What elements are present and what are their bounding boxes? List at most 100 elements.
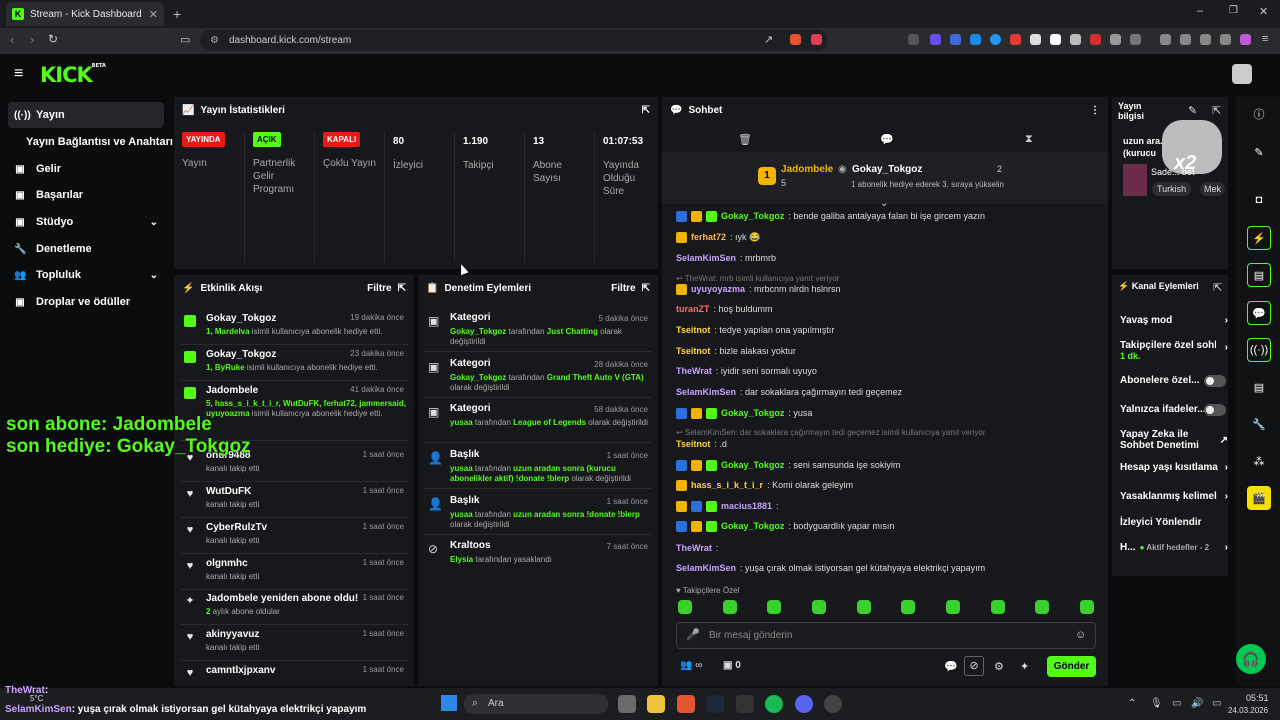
file-explorer-icon[interactable] — [647, 695, 665, 713]
sidebar-item-topluluk[interactable]: 👥 Topluluk ⌄ — [8, 262, 164, 288]
gear-icon[interactable]: ⚙ — [994, 660, 1004, 673]
brave-shield-icon[interactable] — [790, 34, 801, 45]
chat-username[interactable]: Tseitnot — [676, 346, 710, 356]
sidebar-item-stream-key[interactable]: Yayın Bağlantısı ve Anahtarı — [8, 129, 178, 155]
action-emotes-only[interactable]: Yalnızca ifadeler... — [1120, 403, 1228, 416]
tray-chevron-icon[interactable]: ⌃ — [1128, 698, 1136, 709]
wallet-icon[interactable] — [1180, 34, 1191, 45]
clipboard-icon[interactable]: ▤ — [1247, 263, 1271, 287]
wrench-icon[interactable]: 🔧 — [1247, 412, 1271, 436]
brave-rewards-icon[interactable] — [811, 34, 822, 45]
extension-icon[interactable] — [950, 34, 961, 45]
chat-username[interactable]: turanZT — [676, 304, 710, 314]
clock-date[interactable]: 24.03.2026 — [1228, 706, 1268, 715]
sidebar-item-gelir[interactable]: ▣ Gelir — [8, 156, 164, 182]
stack-icon[interactable]: ▤ — [1247, 375, 1271, 399]
filter-button[interactable]: Filtre — [611, 283, 635, 294]
chat-username[interactable]: macius1881 — [721, 501, 772, 511]
chat-bubble-icon[interactable]: 💬 — [1247, 301, 1271, 325]
points-icon[interactable]: ▣ 0 — [723, 660, 741, 671]
extension-icon[interactable] — [1130, 34, 1141, 45]
spotify-icon[interactable] — [765, 695, 783, 713]
expand-icon[interactable]: ⌄ — [880, 198, 888, 209]
hamburger-menu-icon[interactable]: ≡ — [14, 65, 23, 83]
toggle-switch[interactable] — [1204, 403, 1226, 416]
mic-icon[interactable]: 🎙 — [1150, 698, 1163, 709]
obs-icon[interactable] — [824, 695, 842, 713]
extension-icon[interactable] — [1090, 34, 1101, 45]
task-view-icon[interactable] — [618, 695, 636, 713]
more-options-icon[interactable]: ⋮ — [1090, 105, 1100, 116]
browser-tab[interactable]: K Stream - Kick Dashboard ✕ — [6, 2, 164, 26]
popout-icon[interactable]: ⇱ — [1213, 281, 1222, 294]
chat-username[interactable]: Gokay_Tokgoz — [721, 521, 784, 531]
action-banned-words[interactable]: Yasaklanmış kelimel › — [1120, 491, 1228, 502]
emote-icon[interactable] — [678, 600, 692, 614]
emote-icon[interactable] — [1080, 600, 1094, 614]
chat-username[interactable]: Gokay_Tokgoz — [721, 408, 784, 418]
sidebar-item-droplar[interactable]: ▣ Droplar ve ödüller — [8, 289, 164, 315]
windows-start-icon[interactable] — [441, 695, 457, 711]
extension-icon[interactable] — [1050, 34, 1061, 45]
brave-browser-icon[interactable] — [677, 695, 695, 713]
popout-icon[interactable]: ⇱ — [1212, 104, 1221, 117]
support-headset-icon[interactable]: 🎧 — [1236, 644, 1266, 674]
action-ai-moderation[interactable]: Yapay Zeka ile Sohbet Denetimi ↗ — [1120, 429, 1228, 451]
sidebar-item-basarilar[interactable]: ▣ Başarılar — [8, 182, 164, 208]
battery-icon[interactable]: ▭ — [1212, 698, 1221, 709]
minimize-icon[interactable]: – — [1197, 5, 1203, 17]
extension-icon[interactable] — [1070, 34, 1081, 45]
extension-icon[interactable] — [930, 34, 941, 45]
edit-icon[interactable]: ✎ — [1188, 104, 1197, 117]
chat-username[interactable]: SelamKimSen — [676, 563, 736, 573]
site-settings-icon[interactable]: ⚙ — [210, 35, 219, 46]
url-field[interactable]: ⚙ dashboard.kick.com/stream — [200, 30, 828, 51]
profile-icon[interactable] — [1240, 34, 1251, 45]
emote-icon[interactable] — [901, 600, 915, 614]
filter-button[interactable]: Filtre — [367, 283, 391, 294]
action-slow-mode[interactable]: Yavaş mod › — [1120, 315, 1228, 326]
chat-icon[interactable]: 💬 — [880, 133, 894, 146]
emoji-icon[interactable]: ☺ — [1075, 629, 1086, 641]
action-raid[interactable]: İzleyici Yönlendir — [1120, 517, 1228, 528]
epic-games-icon[interactable] — [736, 695, 754, 713]
volume-icon[interactable]: 🔊 — [1191, 698, 1203, 709]
extension-icon[interactable] — [908, 34, 919, 45]
extension-icon[interactable] — [1010, 34, 1021, 45]
chat-username[interactable]: TheWrat — [676, 366, 712, 376]
extension-icon[interactable] — [990, 34, 1001, 45]
send-button[interactable]: Gönder — [1047, 656, 1096, 677]
chat-username[interactable]: TheWrat — [676, 543, 712, 553]
slow-mode-icon[interactable]: ⊘ — [964, 656, 984, 676]
browser-menu-icon[interactable]: ≡ — [1262, 33, 1268, 45]
emote-icon[interactable] — [767, 600, 781, 614]
leo-icon[interactable] — [1200, 34, 1211, 45]
share-icon[interactable]: ↗ — [764, 33, 773, 46]
discord-icon[interactable] — [795, 695, 813, 713]
chat-settings-icon[interactable]: 💬 — [944, 660, 958, 673]
forward-icon[interactable]: › — [30, 32, 34, 47]
emote-icon[interactable] — [991, 600, 1005, 614]
steam-icon[interactable] — [706, 695, 724, 713]
toggle-switch[interactable] — [1204, 374, 1226, 387]
mic-icon[interactable]: 🎤 — [686, 628, 700, 641]
trash-icon[interactable]: 🗑 — [738, 133, 752, 146]
kick-logo[interactable]: KICKBETA — [40, 63, 106, 87]
tag-chip[interactable]: Turkish — [1152, 182, 1192, 196]
chat-username[interactable]: ferhat72 — [691, 232, 726, 242]
emote-icon[interactable] — [1035, 600, 1049, 614]
chat-username[interactable]: hass_s_i_k_t_i_r — [691, 480, 763, 490]
emote-icon[interactable] — [946, 600, 960, 614]
chat-username[interactable]: Tseitnot — [676, 439, 710, 449]
extension-icon[interactable] — [970, 34, 981, 45]
action-subscribers-only[interactable]: Abonelere özel... — [1120, 374, 1228, 387]
sidebar-item-denetleme[interactable]: 🔧 Denetleme — [8, 236, 164, 262]
taskbar-search[interactable]: Ara — [464, 694, 608, 714]
chat-username[interactable]: Gokay_Tokgoz — [721, 460, 784, 470]
sidebar-item-studyo[interactable]: ▣ Stüdyo ⌄ — [8, 209, 164, 235]
users-icon[interactable]: 👥 ∞ — [680, 660, 702, 671]
back-icon[interactable]: ‹ — [10, 32, 14, 47]
pencil-icon[interactable]: ✎ — [1247, 140, 1271, 164]
popout-icon[interactable]: ⇱ — [398, 283, 406, 294]
broadcast-icon[interactable]: ((·)) — [1247, 338, 1271, 362]
